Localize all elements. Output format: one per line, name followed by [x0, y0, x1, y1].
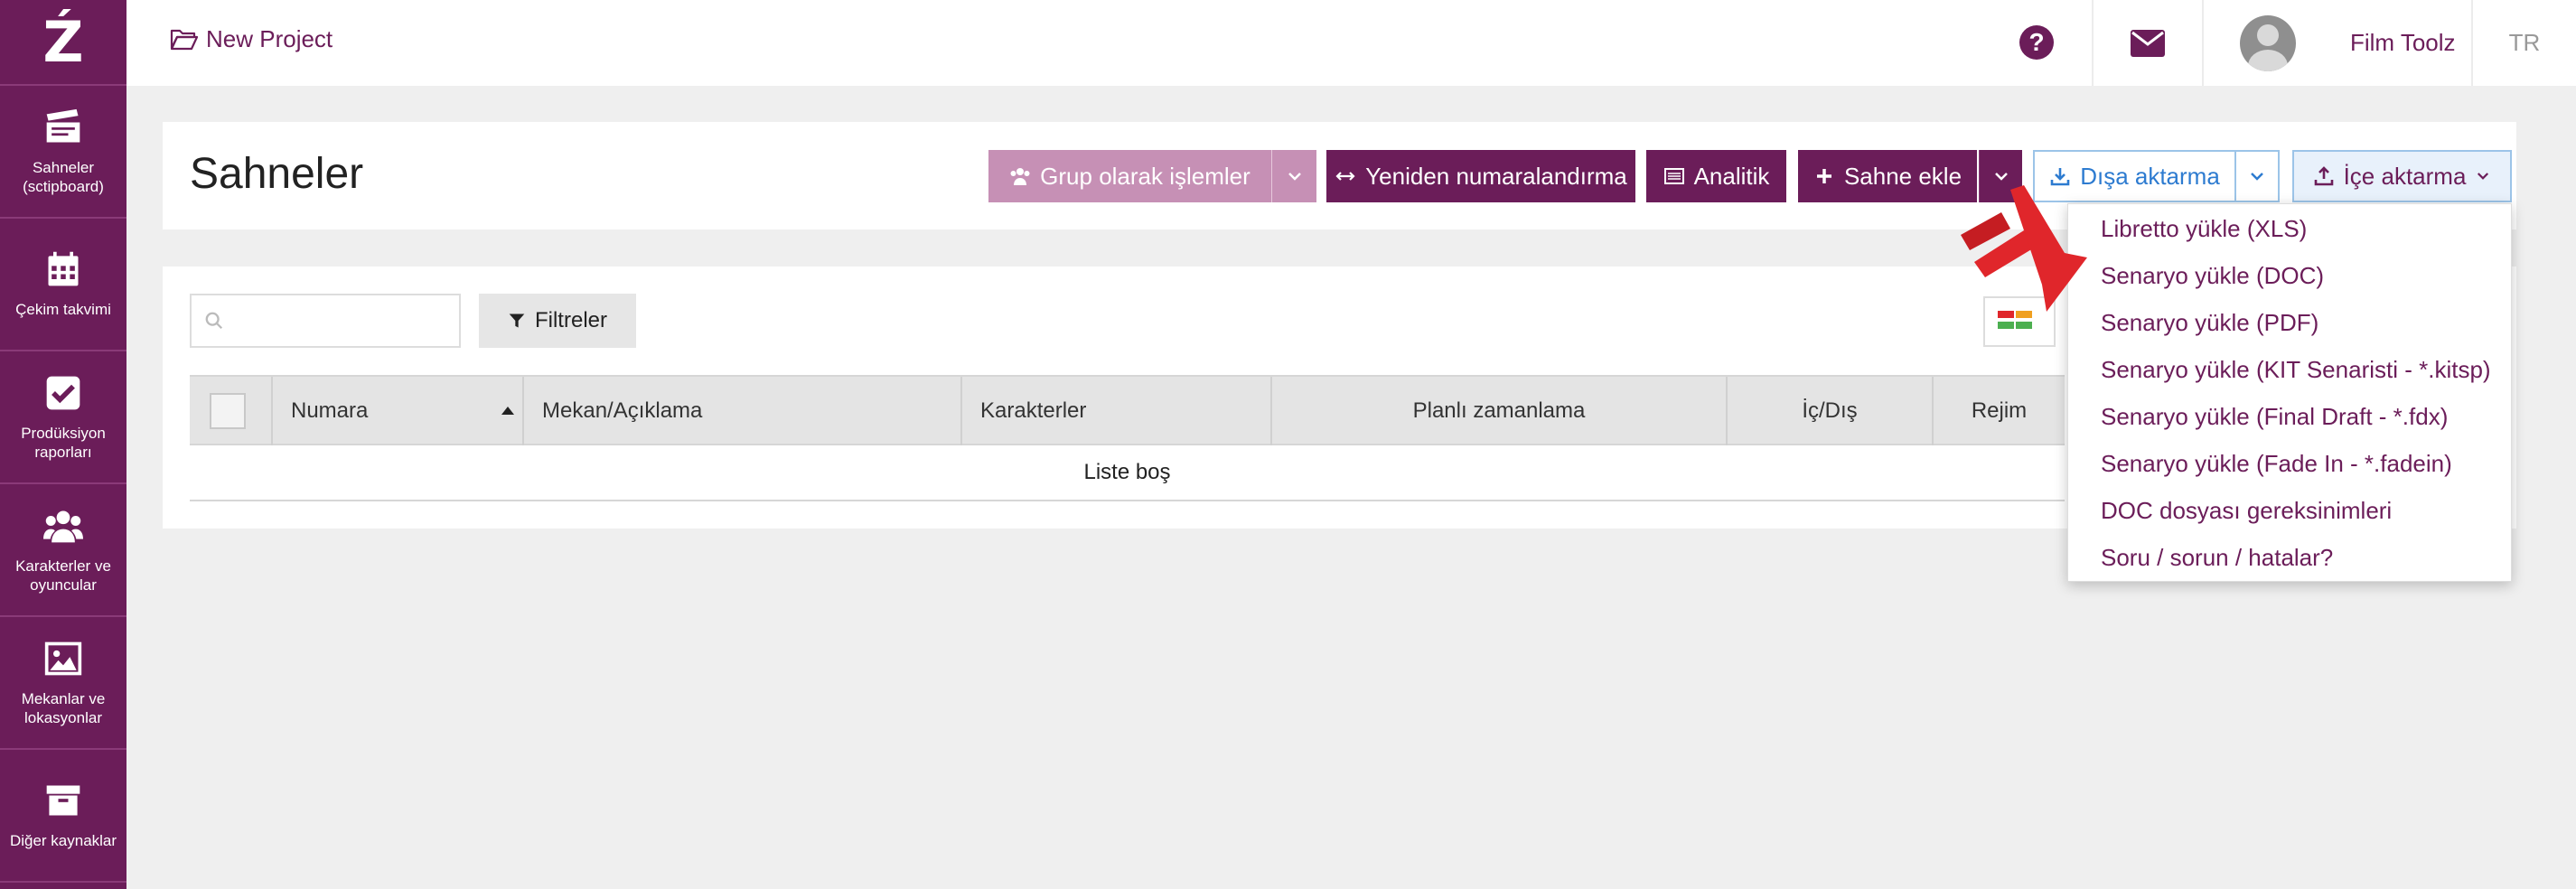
column-header-int-ext[interactable]: İç/Dış — [1728, 377, 1934, 445]
sidebar-item-label: Çekim takvimi — [15, 301, 111, 318]
analytics-label: Analitik — [1693, 162, 1770, 190]
search-icon — [205, 312, 223, 330]
sidebar-item-label: Diğer kaynaklar — [9, 832, 117, 849]
export-dropdown-button[interactable] — [2234, 150, 2280, 202]
chevron-down-icon — [1288, 173, 1301, 181]
column-header-mode[interactable]: Rejim — [1934, 377, 2065, 445]
import-button[interactable]: İçe aktarma — [2292, 150, 2512, 202]
column-label: İç/Dış — [1802, 398, 1858, 423]
sidebar-item-scenes[interactable]: Sahneler (sctipboard) — [0, 86, 126, 219]
add-scene-label: Sahne ekle — [1843, 162, 1962, 190]
sidebar-item-locations[interactable]: Mekanlar ve lokasyonlar — [0, 617, 126, 750]
menu-item-help[interactable]: Soru / sorun / hatalar? — [2101, 544, 2333, 572]
menu-item-script-kitsp[interactable]: Senaryo yükle (KIT Senaristi - *.kitsp) — [2101, 356, 2491, 384]
chevron-down-icon — [2478, 173, 2489, 180]
language-label: TR — [2508, 29, 2541, 56]
renumber-button[interactable]: Yeniden numaralandırma — [1326, 150, 1635, 202]
sidebar-item-resources[interactable]: Diğer kaynaklar — [0, 750, 126, 883]
filters-label: Filtreler — [534, 308, 607, 332]
calendar-icon — [48, 251, 79, 286]
column-header-schedule[interactable]: Planlı zamanlama — [1272, 377, 1728, 445]
add-scene-button[interactable]: Sahne ekle — [1798, 150, 1977, 202]
group-ops-button[interactable]: Grup olarak işlemler — [988, 150, 1271, 202]
project-name: New Project — [206, 25, 333, 52]
envelope-icon — [2131, 29, 2165, 57]
select-all-checkbox[interactable] — [210, 393, 246, 429]
column-label: Rejim — [1971, 398, 2028, 423]
column-header-characters[interactable]: Karakterler — [962, 377, 1272, 445]
import-dropdown-menu: Libretto yükle (XLS) Senaryo yükle (DOC)… — [2067, 203, 2512, 582]
group-ops-dropdown-button[interactable] — [1271, 150, 1316, 202]
sidebar: Ź Sahneler (sctipboard) Çekim takvimi Pr… — [0, 0, 126, 889]
group-ops-label: Grup olarak işlemler — [1040, 162, 1251, 190]
users-icon — [1010, 168, 1030, 185]
select-all-cell — [190, 377, 273, 445]
column-label: Numara — [291, 398, 369, 423]
renumber-label: Yeniden numaralandırma — [1365, 162, 1627, 190]
column-header-number[interactable]: Numara — [273, 377, 524, 445]
analytics-button[interactable]: Analitik — [1646, 150, 1786, 202]
column-header-location[interactable]: Mekan/Açıklama — [524, 377, 962, 445]
empty-message: Liste boş — [1083, 460, 1171, 484]
sidebar-item-label: Mekanlar ve lokasyonlar — [21, 689, 106, 726]
menu-item-script-fdx[interactable]: Senaryo yükle (Final Draft - *.fdx) — [2101, 403, 2448, 431]
sidebar-item-label: Prodüksiyon raporları — [21, 424, 106, 461]
user-menu[interactable]: Film Toolz — [2202, 0, 2471, 86]
language-switch[interactable]: TR — [2471, 0, 2576, 86]
question-circle-icon[interactable]: ? — [2019, 25, 2054, 60]
column-label: Karakterler — [980, 398, 1087, 423]
menu-item-libretto-xls[interactable]: Libretto yükle (XLS) — [2101, 215, 2307, 243]
menu-item-script-pdf[interactable]: Senaryo yükle (PDF) — [2101, 309, 2318, 337]
menu-item-doc-requirements[interactable]: DOC dosyası gereksinimleri — [2101, 497, 2392, 525]
search-input[interactable] — [233, 309, 450, 332]
clapperboard-icon — [46, 108, 80, 142]
menu-item-script-doc[interactable]: Senaryo yükle (DOC) — [2101, 262, 2324, 290]
filter-icon — [509, 313, 525, 328]
sidebar-item-schedule[interactable]: Çekim takvimi — [0, 219, 126, 351]
plus-icon — [1816, 169, 1831, 183]
users-icon — [43, 510, 83, 542]
red-arrow-icon — [1961, 185, 2087, 312]
folder-open-icon — [170, 29, 199, 50]
sidebar-item-reports[interactable]: Prodüksiyon raporları — [0, 351, 126, 484]
checkbox-icon — [46, 376, 80, 409]
avatar — [2240, 14, 2296, 71]
column-label: Mekan/Açıklama — [542, 398, 703, 423]
column-label: Planlı zamanlama — [1412, 398, 1586, 423]
export-label: Dışa aktarma — [2080, 162, 2220, 190]
menu-item-script-fadein[interactable]: Senaryo yükle (Fade In - *.fadein) — [2101, 450, 2452, 478]
arrows-horizontal-icon — [1335, 172, 1355, 181]
user-name: Film Toolz — [2350, 29, 2456, 56]
image-icon — [44, 641, 82, 675]
sidebar-item-characters[interactable]: Karakterler ve oyuncular — [0, 484, 126, 617]
project-link[interactable]: New Project — [170, 25, 333, 53]
table-header: Numara Mekan/Açıklama Karakterler Planlı… — [190, 375, 2065, 445]
chevron-down-icon — [2251, 173, 2263, 181]
page-title: Sahneler — [190, 150, 364, 198]
chevron-down-icon — [1994, 173, 2008, 181]
archive-icon — [46, 785, 80, 816]
sidebar-item-label: Karakterler ve oyuncular — [15, 557, 111, 594]
list-alt-icon — [1663, 168, 1684, 184]
upload-icon — [2314, 166, 2333, 186]
app-logo[interactable]: Ź — [0, 0, 126, 86]
filters-button[interactable]: Filtreler — [479, 294, 636, 348]
empty-list-row: Liste boş — [190, 445, 2065, 501]
import-label: İçe aktarma — [2343, 162, 2467, 190]
messages-button[interactable] — [2092, 0, 2202, 86]
search-field[interactable] — [190, 294, 461, 348]
download-icon — [2050, 168, 2070, 186]
sort-asc-icon — [501, 407, 514, 415]
top-bar: New Project ? Film Toolz TR — [126, 0, 2576, 86]
sidebar-item-label: Sahneler (sctipboard) — [23, 158, 104, 195]
